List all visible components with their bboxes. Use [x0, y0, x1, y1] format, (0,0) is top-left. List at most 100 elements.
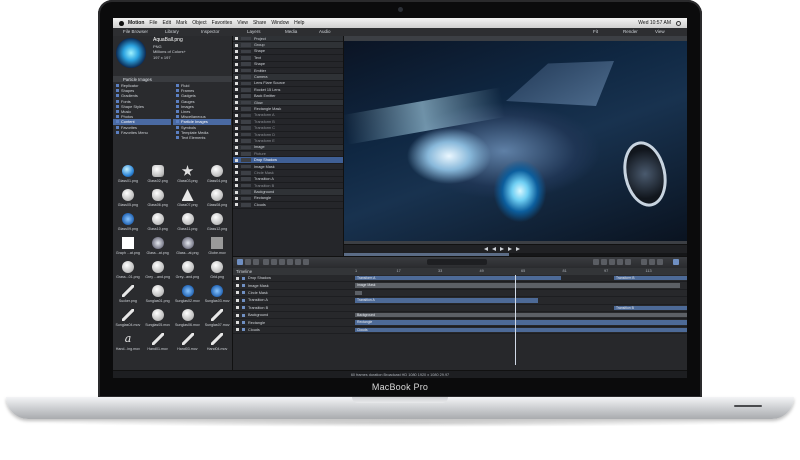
paint-tool-icon[interactable]: [295, 259, 301, 265]
apple-icon[interactable]: [119, 20, 124, 26]
track-visibility-checkbox[interactable]: [236, 291, 239, 295]
timeline-clip[interactable]: Rectangle: [355, 320, 687, 325]
rectangle-tool-icon[interactable]: [263, 259, 269, 265]
visibility-checkbox[interactable]: [235, 101, 238, 105]
view-segment[interactable]: [427, 259, 487, 265]
library-thumbnail[interactable]: Sucker.png: [113, 284, 143, 305]
menu-object[interactable]: Object: [192, 20, 206, 26]
library-thumbnail[interactable]: Glass01.png: [113, 164, 143, 185]
timeline-toggle-icon[interactable]: [673, 259, 679, 265]
visibility-checkbox[interactable]: [235, 43, 238, 47]
spotlight-icon[interactable]: [676, 20, 681, 26]
library-thumbnail[interactable]: Graph ...at.png: [113, 236, 143, 257]
fullscreen-icon[interactable]: [641, 259, 647, 265]
visibility-checkbox[interactable]: [235, 203, 238, 207]
visibility-checkbox[interactable]: [235, 94, 238, 98]
library-thumbnail[interactable]: a Hand...ing.mov: [113, 332, 143, 353]
category-item[interactable]: Favorites Menu: [113, 130, 171, 135]
behaviors-icon[interactable]: [593, 259, 599, 265]
menu-share[interactable]: Share: [253, 20, 266, 26]
visibility-checkbox[interactable]: [235, 184, 238, 188]
library-thumbnail[interactable]: Glass05.png: [113, 188, 143, 209]
bezier-tool-icon[interactable]: [287, 259, 293, 265]
timeline-row[interactable]: Drop ShadowDrop ShadowTransform ATransfo…: [233, 275, 687, 283]
track-visibility-checkbox[interactable]: [236, 306, 239, 310]
category-item[interactable]: Text Elements: [173, 135, 231, 140]
rewind-icon[interactable]: [484, 247, 488, 251]
menu-help[interactable]: Help: [294, 20, 304, 26]
track-visibility-checkbox[interactable]: [236, 284, 239, 288]
tab-layers[interactable]: Layers: [247, 29, 261, 34]
library-thumbnail[interactable]: Glass02.png: [143, 164, 173, 185]
timeline-row[interactable]: Clouds Clouds: [233, 327, 687, 335]
tab-audio[interactable]: Audio: [319, 29, 331, 34]
view-view[interactable]: View: [655, 29, 665, 34]
library-thumbnail[interactable]: Sunglas05.mov: [143, 308, 173, 329]
tab-inspector[interactable]: Inspector: [201, 29, 220, 34]
menu-view[interactable]: View: [237, 20, 248, 26]
text-tool-icon[interactable]: [303, 259, 309, 265]
library-thumbnail[interactable]: Glass...at.png: [143, 236, 173, 257]
visibility-checkbox[interactable]: [235, 81, 238, 85]
library-thumbnail[interactable]: Sunglas06.mov: [173, 308, 203, 329]
view-fit[interactable]: Fit: [593, 29, 598, 34]
visibility-checkbox[interactable]: [235, 165, 238, 168]
tab-media[interactable]: Media: [285, 29, 297, 34]
library-thumbnail[interactable]: Hand03.mov: [173, 332, 203, 353]
layer-row[interactable]: Clouds: [233, 202, 343, 209]
timeline-clip[interactable]: Background: [355, 312, 687, 318]
visibility-checkbox[interactable]: [235, 196, 238, 200]
library-thumbnail[interactable]: Glass09.png: [113, 212, 143, 233]
timeline-row[interactable]: Background Background: [233, 312, 687, 320]
library-thumbnail[interactable]: Grey ...and.png: [143, 260, 173, 281]
visibility-checkbox[interactable]: [235, 75, 238, 79]
line-tool-icon[interactable]: [279, 259, 285, 265]
canvas-viewer[interactable]: [344, 36, 687, 251]
visibility-checkbox[interactable]: [235, 158, 238, 162]
timeline-clip[interactable]: Transform A: [355, 276, 561, 281]
circle-tool-icon[interactable]: [271, 259, 277, 265]
library-thumbnail[interactable]: Hand01.mov: [143, 332, 173, 353]
track-visibility-checkbox[interactable]: [236, 313, 239, 317]
timeline-clip[interactable]: [355, 290, 362, 296]
library-thumbnail[interactable]: Glass11.png: [173, 212, 203, 233]
timeline-clip[interactable]: Transform B: [613, 276, 687, 281]
library-thumbnail[interactable]: Grey...and.png: [173, 260, 203, 281]
library-thumbnail[interactable]: Glass08.png: [202, 188, 232, 209]
replicate-icon[interactable]: [617, 259, 623, 265]
timeline-row[interactable]: Transition B Transition B: [233, 305, 687, 312]
library-thumbnail[interactable]: Glass03.png: [173, 164, 203, 185]
visibility-checkbox[interactable]: [235, 113, 238, 117]
visibility-checkbox[interactable]: [235, 69, 238, 73]
timeline-clip[interactable]: Clouds: [355, 327, 687, 333]
menu-clock[interactable]: Wed 10:57 AM: [638, 20, 671, 26]
step-forward-icon[interactable]: [508, 247, 512, 251]
playhead[interactable]: [515, 275, 516, 365]
visibility-checkbox[interactable]: [235, 133, 238, 137]
timeline-clip[interactable]: Transition B: [613, 305, 687, 310]
tab-file-browser[interactable]: File Browser: [123, 29, 148, 34]
timeline-row[interactable]: Image Mask Image Mask: [233, 282, 687, 290]
masks-icon[interactable]: [609, 259, 615, 265]
timeline-row[interactable]: Transition A Transition A: [233, 297, 687, 305]
record-icon[interactable]: [657, 259, 663, 265]
step-back-icon[interactable]: [492, 247, 496, 251]
visibility-checkbox[interactable]: [235, 56, 238, 60]
visibility-checkbox[interactable]: [235, 120, 238, 124]
timeline-row[interactable]: Rectangle Rectangle: [233, 319, 687, 327]
track-visibility-checkbox[interactable]: [236, 298, 239, 302]
camera-tool-icon[interactable]: [253, 259, 259, 265]
particles-icon[interactable]: [625, 259, 631, 265]
pan-tool-icon[interactable]: [245, 259, 251, 265]
library-thumbnail[interactable]: Glass04.png: [202, 164, 232, 185]
visibility-checkbox[interactable]: [235, 62, 238, 66]
visibility-checkbox[interactable]: [235, 177, 238, 181]
library-thumbnail[interactable]: Glass...at.png: [173, 236, 203, 257]
hud-icon[interactable]: [649, 259, 655, 265]
visibility-checkbox[interactable]: [235, 49, 238, 53]
library-thumbnail[interactable]: Hand04.mov: [202, 332, 232, 353]
library-thumbnail[interactable]: Sunglas01.png: [143, 284, 173, 305]
tab-library[interactable]: Library: [165, 29, 179, 34]
filters-icon[interactable]: [601, 259, 607, 265]
fast-forward-icon[interactable]: [516, 247, 520, 251]
